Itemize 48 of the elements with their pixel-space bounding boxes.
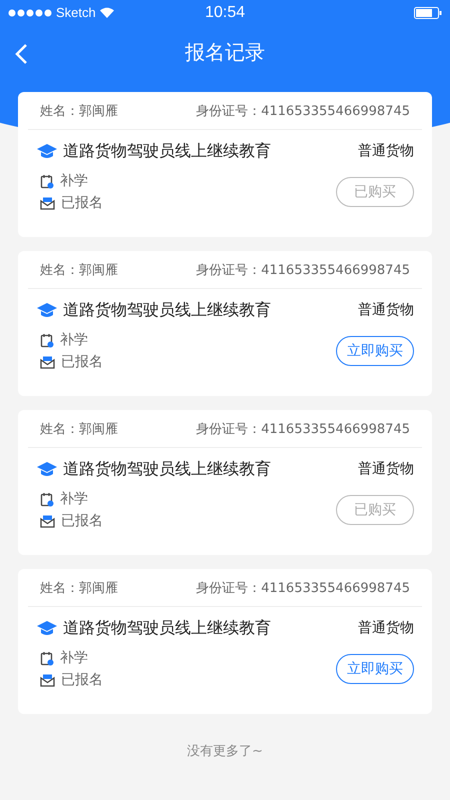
- purchased-button[interactable]: 已购买: [336, 495, 414, 525]
- graduation-cap-icon: [36, 620, 58, 636]
- enroll-status-text: 已报名: [61, 512, 103, 530]
- category-text: 普通货物: [358, 460, 414, 478]
- battery-icon: [414, 6, 442, 18]
- course-title: 道路货物驾驶员线上继续教育: [63, 300, 272, 320]
- buy-now-button[interactable]: 立即购买: [336, 654, 414, 684]
- calendar-icon: [40, 332, 54, 348]
- wifi-icon: [100, 7, 114, 18]
- signal-icon: [8, 8, 52, 16]
- id-number-text: 身份证号：411653355466998745: [196, 102, 410, 120]
- graduation-cap-icon: [36, 143, 58, 159]
- calendar-icon: [40, 650, 54, 666]
- end-of-list-text: 没有更多了~: [187, 743, 263, 760]
- name-text: 姓名：郭闽雁: [40, 262, 118, 278]
- calendar-icon: [40, 174, 54, 188]
- course-title: 道路货物驾驶员线上继续教育: [63, 140, 272, 162]
- envelope-icon: [40, 355, 55, 369]
- id-number-text: 身份证号：411653355466998745: [196, 580, 410, 596]
- study-type-text: 补学: [60, 331, 88, 349]
- course-title: 道路货物驾驶员线上继续教育: [63, 458, 272, 480]
- calendar-icon: [40, 492, 54, 506]
- purchased-button[interactable]: 已购买: [336, 177, 414, 207]
- envelope-icon: [40, 673, 55, 687]
- enroll-status-text: 已报名: [61, 671, 103, 689]
- study-type-text: 补学: [60, 649, 88, 667]
- id-number-text: 身份证号：411653355466998745: [196, 420, 410, 438]
- enroll-status-text: 已报名: [61, 194, 103, 212]
- study-type-text: 补学: [60, 490, 88, 508]
- category-text: 普通货物: [358, 301, 414, 319]
- carrier-name: Sketch: [56, 5, 96, 20]
- buy-now-button[interactable]: 立即购买: [336, 336, 414, 366]
- status-time: 10:54: [204, 4, 246, 22]
- category-text: 普通货物: [358, 142, 414, 160]
- graduation-cap-icon: [36, 302, 58, 318]
- name-text: 姓名：郭闽雁: [40, 420, 118, 438]
- graduation-cap-icon: [36, 461, 58, 477]
- chevron-left-icon: [14, 43, 28, 65]
- study-type-text: 补学: [60, 172, 88, 190]
- name-text: 姓名：郭闽雁: [40, 580, 118, 596]
- category-text: 普通货物: [358, 619, 414, 637]
- id-number-text: 身份证号：411653355466998745: [196, 262, 410, 278]
- name-text: 姓名：郭闽雁: [40, 102, 118, 120]
- enroll-status-text: 已报名: [61, 353, 103, 371]
- envelope-icon: [40, 196, 55, 210]
- page-title: 报名记录: [185, 39, 265, 66]
- envelope-icon: [40, 514, 55, 528]
- course-title: 道路货物驾驶员线上继续教育: [63, 618, 272, 638]
